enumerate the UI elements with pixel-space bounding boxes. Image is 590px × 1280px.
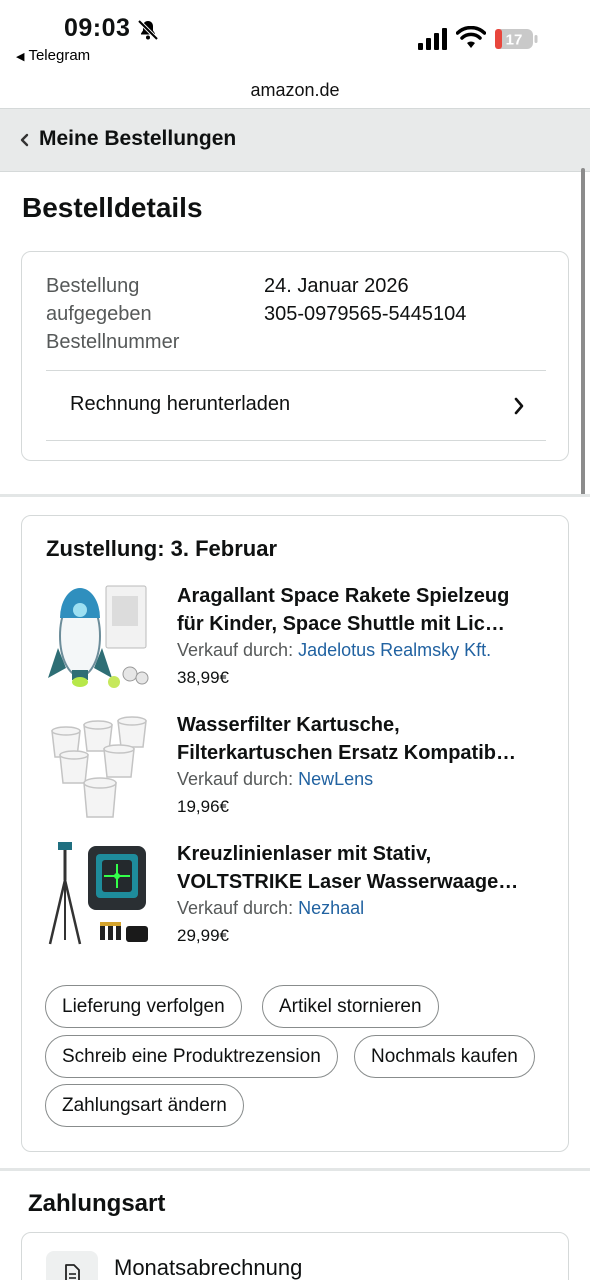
section-separator [0,1168,590,1171]
payment-method: Monatsabrechnung [114,1255,303,1280]
order-date: 24. Januar 2026 [264,275,409,297]
back-app-label: Telegram [28,47,91,64]
order-item[interactable]: Aragallant Space Rakete Spielzeug für Ki… [22,582,568,702]
seller-line: Verkauf durch: Jadelotus Realmsky Kft. [177,640,491,661]
delivery-heading: Zustellung: 3. Februar [46,536,278,561]
product-price: 38,99€ [177,668,229,687]
status-bar: 09:03 ◀ Telegram 17 [0,0,590,80]
clock: 09:03 [64,14,131,42]
breadcrumb[interactable]: Meine Bestellungen [0,108,590,172]
seller-label: Verkauf durch: [177,898,294,918]
order-placed-label-line1: Bestellung [46,275,140,297]
muted-bell-icon [137,19,159,41]
cellular-signal-icon [418,28,447,50]
url-text: amazon.de [250,80,340,100]
wifi-icon [456,26,486,48]
product-title-line1: Kreuzlinienlaser mit Stativ, [177,843,432,865]
section-separator [0,494,590,497]
shipment-card: Zustellung: 3. Februar Aragallant Space … [21,515,569,1152]
seller-line: Verkauf durch: Nezhaal [177,898,364,919]
chevron-left-icon [20,133,29,147]
page-title: Bestelldetails [22,192,203,223]
product-price: 29,99€ [177,926,229,945]
download-invoice-label: Rechnung herunterladen [70,393,291,415]
order-item[interactable]: Kreuzlinienlaser mit Stativ, VOLTSTRIKE … [22,840,568,960]
payment-card[interactable]: Monatsabrechnung [21,1232,569,1280]
payment-icon-box [46,1251,98,1280]
order-info-card: Bestellung aufgegeben Bestellnummer 24. … [21,251,569,461]
product-title-line1: Aragallant Space Rakete Spielzeug [177,585,510,607]
product-image-cross-line-laser[interactable] [44,840,156,952]
track-delivery-button[interactable]: Lieferung verfolgen [45,985,242,1028]
product-price: 19,96€ [177,797,229,816]
order-number: 305-0979565-5445104 [264,303,467,325]
product-title-line2: Filterkartuschen Ersatz Kompatib… [177,742,516,764]
scrollbar[interactable] [581,168,585,496]
divider [46,440,546,441]
battery-level: 17 [506,32,523,49]
order-item[interactable]: Wasserfilter Kartusche, Filterkartuschen… [22,711,568,831]
product-title-line1: Wasserfilter Kartusche, [177,714,400,736]
battery-icon: 17 [495,29,538,49]
document-icon [65,1264,80,1280]
product-title-line2: VOLTSTRIKE Laser Wasserwaage… [177,871,519,893]
seller-link[interactable]: Jadelotus Realmsky Kft. [298,640,491,660]
url-bar[interactable]: amazon.de [0,74,590,108]
order-info-values: 24. Januar 2026 305-0979565-5445104 [264,272,466,328]
cancel-items-button[interactable]: Artikel stornieren [262,985,439,1028]
back-triangle-icon: ◀ [16,51,25,63]
seller-line: Verkauf durch: NewLens [177,769,373,790]
order-info-labels: Bestellung aufgegeben Bestellnummer [46,272,179,356]
breadcrumb-label: Meine Bestellungen [39,127,237,150]
download-invoice-row[interactable]: Rechnung herunterladen [46,371,546,440]
change-payment-button[interactable]: Zahlungsart ändern [45,1084,244,1127]
product-title[interactable]: Wasserfilter Kartusche, Filterkartuschen… [177,711,547,767]
product-title-line2: für Kinder, Space Shuttle mit Lic… [177,613,505,635]
seller-label: Verkauf durch: [177,640,294,660]
back-to-app-link[interactable]: ◀ Telegram [16,47,90,64]
product-image-rocket[interactable] [44,582,156,694]
product-title[interactable]: Aragallant Space Rakete Spielzeug für Ki… [177,582,547,638]
product-image-water-filter[interactable] [44,711,156,823]
chevron-right-icon [514,397,524,415]
order-placed-label-line2: aufgegeben [46,303,152,325]
payment-heading: Zahlungsart [28,1190,166,1217]
seller-link[interactable]: Nezhaal [298,898,364,918]
seller-link[interactable]: NewLens [298,769,373,789]
seller-label: Verkauf durch: [177,769,294,789]
buy-again-button[interactable]: Nochmals kaufen [354,1035,535,1078]
order-number-label: Bestellnummer [46,331,180,353]
write-review-button[interactable]: Schreib eine Produktrezension [45,1035,338,1078]
product-title[interactable]: Kreuzlinienlaser mit Stativ, VOLTSTRIKE … [177,840,547,896]
